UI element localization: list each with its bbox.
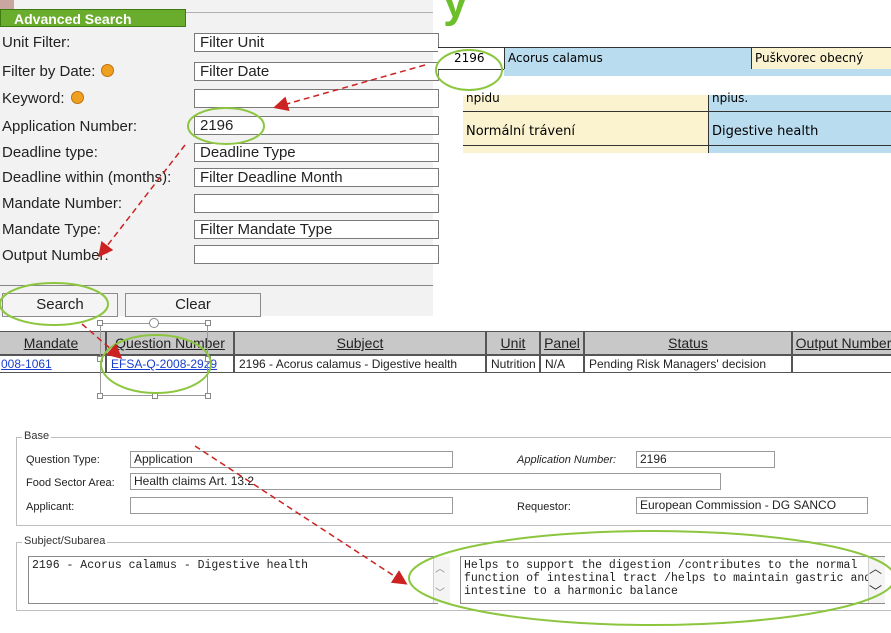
highlight-ellipse [408, 530, 891, 626]
highlight-ellipse [435, 49, 503, 91]
highlight-ellipse [100, 334, 212, 394]
annotation-arrow [81, 323, 123, 359]
annotation-arrow [194, 445, 408, 585]
annotation-overlay [0, 49, 891, 626]
annotation-arrow [273, 64, 426, 111]
highlight-ellipse [187, 107, 265, 145]
highlight-ellipse [0, 282, 109, 326]
annotation-arrow [98, 144, 186, 258]
